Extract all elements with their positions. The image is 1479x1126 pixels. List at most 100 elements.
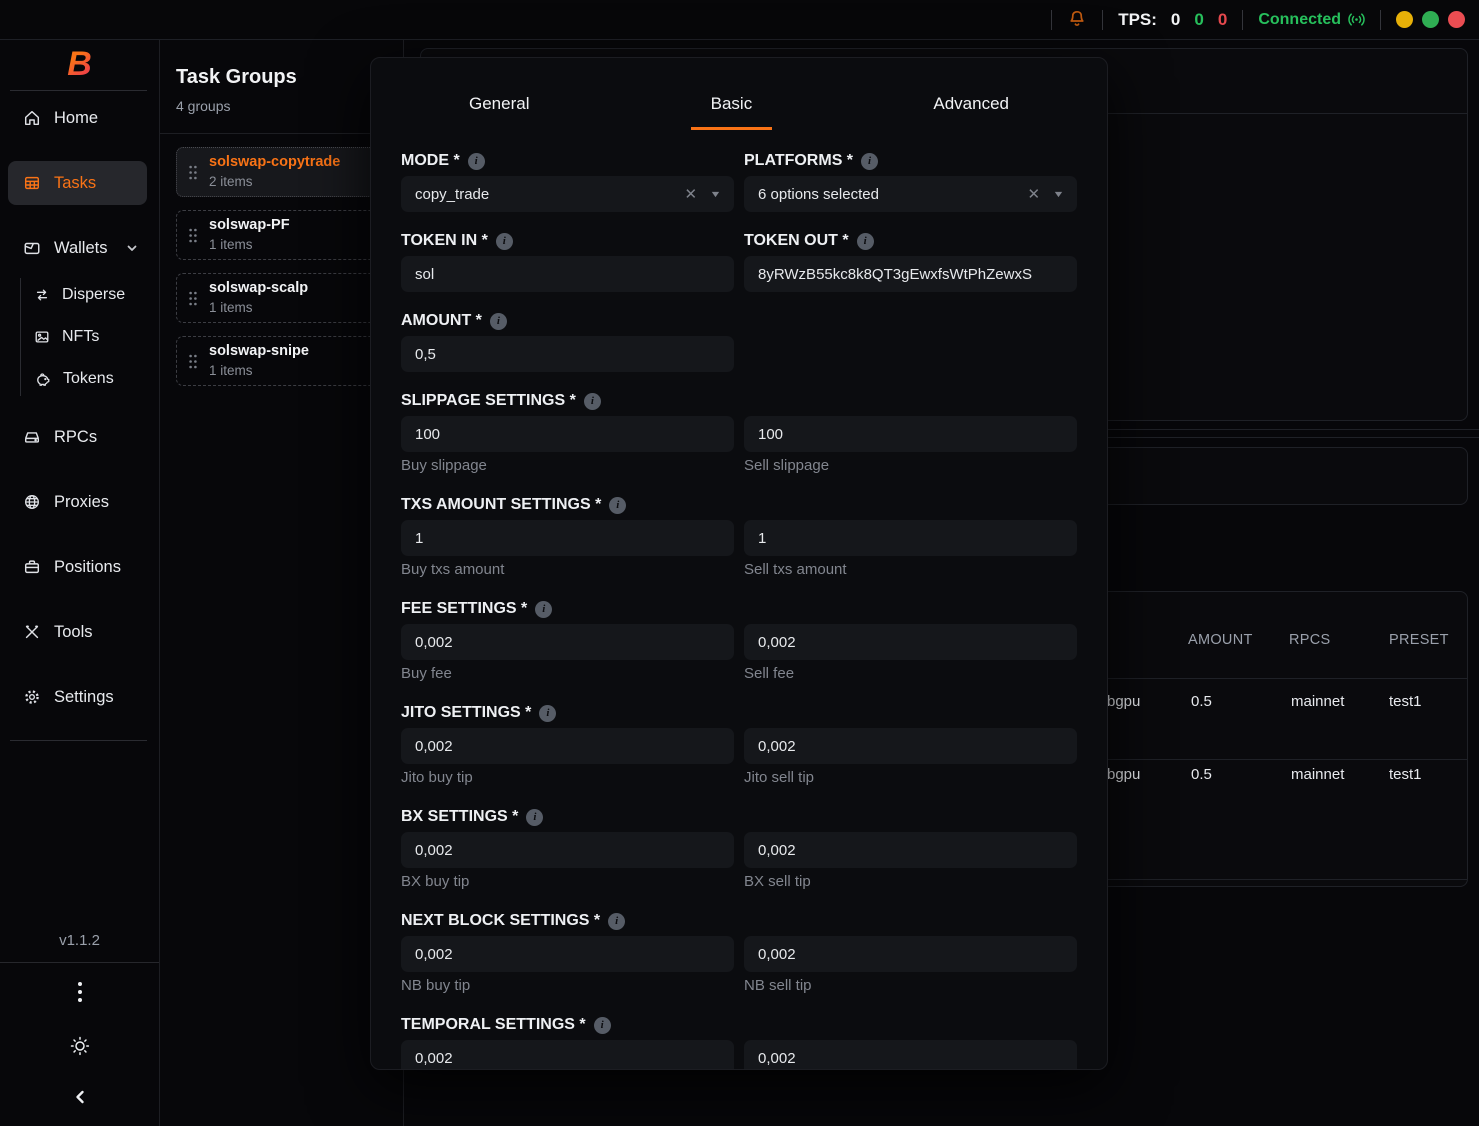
sidebar-item-label: Settings <box>54 688 114 707</box>
status-dots <box>1396 11 1465 28</box>
caret-down-icon[interactable]: ▼ <box>709 189 721 199</box>
sell-txs-amount-input[interactable] <box>744 520 1077 556</box>
info-icon[interactable]: i <box>594 1017 611 1034</box>
drag-handle-icon[interactable] <box>188 353 198 370</box>
clear-icon[interactable]: ✕ <box>1028 185 1041 203</box>
jito-sell-tip-hint: Jito sell tip <box>744 769 1077 786</box>
info-icon[interactable]: i <box>526 809 543 826</box>
sidebar-item-label: Positions <box>54 558 121 577</box>
tab-advanced[interactable]: Advanced <box>913 84 1029 130</box>
info-icon[interactable]: i <box>609 497 626 514</box>
sidebar-item-label: Tasks <box>54 174 96 193</box>
globe-icon <box>23 493 41 511</box>
sidebar-item-settings[interactable]: Settings <box>0 680 159 714</box>
info-icon[interactable]: i <box>539 705 556 722</box>
task-groups-panel: Task Groups 4 groups solswap-copytrade 2… <box>160 40 404 1126</box>
status-dot-red <box>1448 11 1465 28</box>
token-out-input[interactable] <box>744 256 1077 292</box>
hard-drive-icon <box>23 428 41 446</box>
task-group-card[interactable]: solswap-scalp 1 items <box>176 273 398 323</box>
table-header-rpcs: RPCS <box>1289 632 1331 648</box>
sun-icon <box>69 1035 91 1057</box>
task-group-card[interactable]: solswap-PF 1 items <box>176 210 398 260</box>
amount-input[interactable] <box>401 336 734 372</box>
sidebar-item-positions[interactable]: Positions <box>0 550 159 584</box>
caret-down-icon[interactable]: ▼ <box>1052 189 1064 199</box>
task-group-name: solswap-snipe <box>209 342 309 362</box>
app-logo[interactable]: B <box>0 42 159 86</box>
info-icon[interactable]: i <box>861 153 878 170</box>
info-icon[interactable]: i <box>490 313 507 330</box>
sidebar-item-rpcs[interactable]: RPCs <box>0 420 159 454</box>
jito-buy-tip-hint: Jito buy tip <box>401 769 734 786</box>
drag-handle-icon[interactable] <box>188 164 198 181</box>
task-group-items: 1 items <box>209 236 290 254</box>
tasks-table-icon <box>23 174 41 192</box>
connection-status-label: Connected <box>1258 11 1341 29</box>
sidebar-item-disperse[interactable]: Disperse <box>0 278 159 312</box>
info-icon[interactable]: i <box>496 233 513 250</box>
amount-label: AMOUNT * <box>401 312 482 330</box>
task-group-card[interactable]: solswap-copytrade 2 items <box>176 147 398 197</box>
info-icon[interactable]: i <box>468 153 485 170</box>
sell-slippage-input[interactable] <box>744 416 1077 452</box>
info-icon[interactable]: i <box>608 913 625 930</box>
sidebar-item-wallets[interactable]: Wallets <box>0 231 159 265</box>
temporal-sell-input[interactable] <box>744 1040 1077 1070</box>
clear-icon[interactable]: ✕ <box>685 185 698 203</box>
sidebar-item-tasks[interactable]: Tasks <box>8 161 147 205</box>
drag-handle-icon[interactable] <box>188 227 198 244</box>
sidebar-item-label: Home <box>54 109 98 128</box>
info-icon[interactable]: i <box>535 601 552 618</box>
jito-buy-tip-input[interactable] <box>401 728 734 764</box>
chevron-left-icon <box>73 1089 87 1105</box>
temporal-buy-input[interactable] <box>401 1040 734 1070</box>
task-group-name: solswap-PF <box>209 216 290 236</box>
sidebar-item-tools[interactable]: Tools <box>0 615 159 649</box>
jito-settings-label: JITO SETTINGS * <box>401 704 531 722</box>
nb-sell-tip-input[interactable] <box>744 936 1077 972</box>
buy-slippage-input[interactable] <box>401 416 734 452</box>
jito-sell-tip-input[interactable] <box>744 728 1077 764</box>
sell-fee-hint: Sell fee <box>744 665 1077 682</box>
token-out-label: TOKEN OUT * <box>744 232 849 250</box>
buy-fee-input[interactable] <box>401 624 734 660</box>
bx-buy-tip-input[interactable] <box>401 832 734 868</box>
sidebar-item-tokens[interactable]: Tokens <box>0 362 159 396</box>
separator <box>1380 10 1381 30</box>
task-group-name: solswap-copytrade <box>209 153 340 173</box>
sidebar-item-proxies[interactable]: Proxies <box>0 485 159 519</box>
nb-buy-tip-input[interactable] <box>401 936 734 972</box>
buy-txs-amount-input[interactable] <box>401 520 734 556</box>
modal-tabs: General Basic Advanced <box>401 84 1077 130</box>
bx-buy-tip-hint: BX buy tip <box>401 873 734 890</box>
mode-select[interactable]: copy_trade ✕ ▼ <box>401 176 734 212</box>
token-in-input[interactable] <box>401 256 734 292</box>
status-dot-yellow <box>1396 11 1413 28</box>
info-icon[interactable]: i <box>584 393 601 410</box>
sidebar-item-label: Disperse <box>62 286 125 304</box>
task-group-card[interactable]: solswap-snipe 1 items <box>176 336 398 386</box>
collapse-sidebar-button[interactable] <box>0 1083 159 1111</box>
info-icon[interactable]: i <box>857 233 874 250</box>
platforms-label: PLATFORMS * <box>744 152 853 170</box>
sidebar-item-home[interactable]: Home <box>0 101 159 135</box>
logo-b-icon: B <box>67 47 92 81</box>
buy-txs-amount-hint: Buy txs amount <box>401 561 734 578</box>
tab-basic[interactable]: Basic <box>691 84 773 130</box>
buy-slippage-hint: Buy slippage <box>401 457 734 474</box>
notifications-bell-icon[interactable] <box>1067 10 1087 30</box>
bx-sell-tip-input[interactable] <box>744 832 1077 868</box>
more-menu-button[interactable] <box>0 978 159 1006</box>
platforms-select[interactable]: 6 options selected ✕ ▼ <box>744 176 1077 212</box>
task-group-items: 1 items <box>209 299 308 317</box>
sell-fee-input[interactable] <box>744 624 1077 660</box>
sidebar-item-nfts[interactable]: NFTs <box>0 320 159 354</box>
chevron-down-icon <box>125 241 139 255</box>
theme-toggle-button[interactable] <box>0 1032 159 1060</box>
task-edit-modal: General Basic Advanced MODE * i copy_tra… <box>370 57 1108 1070</box>
tab-general[interactable]: General <box>449 84 549 130</box>
disperse-arrows-icon <box>34 287 50 303</box>
drag-handle-icon[interactable] <box>188 290 198 307</box>
home-icon <box>23 109 41 127</box>
